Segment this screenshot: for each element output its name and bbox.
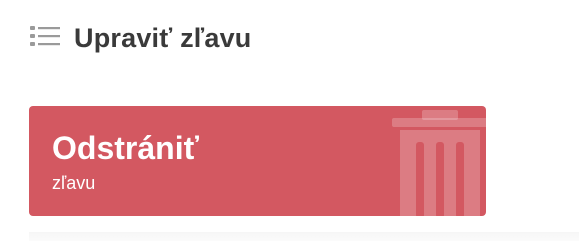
page-title: Upraviť zľavu [74,22,252,53]
list-icon [30,25,62,51]
divider [29,232,579,241]
delete-discount-button[interactable]: Odstrániť zľavu [29,106,486,216]
card-subtitle: zľavu [52,173,96,193]
card-title: Odstrániť [52,130,199,166]
page-header: Upraviť zľavu [30,18,252,58]
trash-icon [390,106,486,216]
